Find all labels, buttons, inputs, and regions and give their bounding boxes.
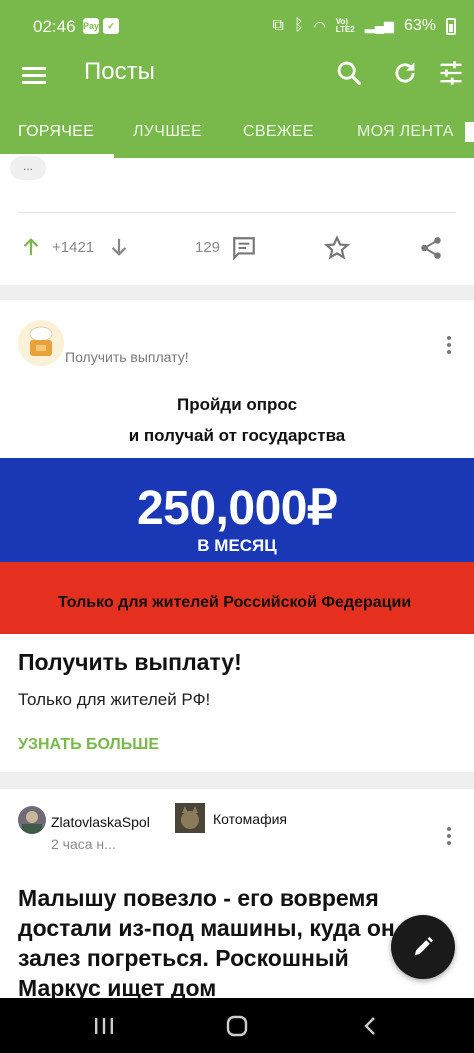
tab-hot[interactable]: ГОРЯЧЕЕ xyxy=(18,123,94,141)
status-bar: 02:46 Pay ✓ ⧉ ᛒ ◠ Vo) LTE2 ▂▄▆ 63% xyxy=(0,0,474,52)
banner-line-2: и получай от государства xyxy=(128,426,346,445)
comment-count: 129 xyxy=(195,239,221,256)
bluetooth-icon: ᛒ xyxy=(293,17,304,34)
network-label: Vo) LTE2 xyxy=(335,17,355,34)
community-name[interactable]: Котомафия xyxy=(213,811,287,827)
back-icon[interactable] xyxy=(360,1015,380,1037)
app-bar: Посты xyxy=(0,52,474,104)
community-avatar[interactable] xyxy=(175,803,205,833)
post-title[interactable]: Малышу повезло - его вовремя достали из-… xyxy=(18,883,408,1003)
banner-red-band[interactable]: Только для жителей Российской Федерации xyxy=(0,562,474,634)
author-name[interactable]: ZlatovlaskaSpol xyxy=(51,814,150,830)
check-notification-icon: ✓ xyxy=(103,18,119,34)
home-icon[interactable] xyxy=(225,1014,249,1038)
tab-overflow-edge xyxy=(465,122,474,142)
post-time: 2 часа н... xyxy=(51,836,116,852)
share-icon[interactable] xyxy=(418,235,444,261)
wifi-icon: ◠ xyxy=(313,17,326,34)
downvote-icon[interactable] xyxy=(108,236,130,258)
favorite-star-icon[interactable] xyxy=(324,235,350,261)
search-icon[interactable] xyxy=(335,59,363,87)
banner-amount: 250,000₽ xyxy=(136,482,338,535)
page-title: Посты xyxy=(84,58,155,85)
ad-card: Получить выплату! Пройди опрос и получай… xyxy=(0,300,474,772)
rating-count: +1421 xyxy=(52,239,95,256)
filter-settings-icon[interactable] xyxy=(437,59,465,87)
tab-fresh[interactable]: СВЕЖЕЕ xyxy=(243,123,314,141)
pencil-icon xyxy=(414,936,434,956)
feed-tabs: ГОРЯЧЕЕ ЛУЧШЕЕ СВЕЖЕЕ МОЯ ЛЕНТА xyxy=(0,104,474,158)
menu-icon[interactable] xyxy=(22,63,46,87)
advertiser-avatar[interactable] xyxy=(18,320,64,366)
divider xyxy=(18,212,456,213)
alarm-icon: ⧉ xyxy=(272,17,284,34)
expand-more-button[interactable]: ... xyxy=(10,156,46,180)
recent-apps-icon[interactable] xyxy=(93,1016,115,1036)
ad-description: Только для жителей РФ! xyxy=(18,690,211,709)
banner-line-1: Пройди опрос xyxy=(176,395,298,414)
previous-post-card: ... +1421 129 xyxy=(0,156,474,285)
author-avatar[interactable] xyxy=(18,806,46,834)
advertiser-name[interactable]: Получить выплату! xyxy=(65,349,189,365)
upvote-icon[interactable] xyxy=(20,236,42,258)
status-icons: ⧉ ᛒ ◠ Vo) LTE2 ▂▄▆ 63% xyxy=(273,17,456,35)
tab-best[interactable]: ЛУЧШЕЕ xyxy=(133,123,202,141)
banner-residents-note: Только для жителей Российской Федерации xyxy=(58,594,412,611)
post-more-options-icon[interactable] xyxy=(446,827,452,847)
header: 02:46 Pay ✓ ⧉ ᛒ ◠ Vo) LTE2 ▂▄▆ 63% Посты xyxy=(0,0,474,158)
pay-app-icon: Pay xyxy=(83,18,99,34)
create-post-button[interactable] xyxy=(391,915,455,979)
system-nav-bar xyxy=(0,998,474,1053)
ad-more-options-icon[interactable] xyxy=(446,336,452,356)
battery-percent: 63% xyxy=(403,17,436,34)
tab-my-feed[interactable]: МОЯ ЛЕНТА xyxy=(357,123,454,141)
learn-more-button[interactable]: УЗНАТЬ БОЛЬШЕ xyxy=(18,736,159,754)
ad-title[interactable]: Получить выплату! xyxy=(18,649,242,676)
comments-icon[interactable] xyxy=(231,235,257,261)
refresh-icon[interactable] xyxy=(391,59,419,87)
banner-period: В МЕСЯЦ xyxy=(197,536,277,555)
signal-icon: ▂▄▆ xyxy=(364,18,394,33)
battery-icon xyxy=(446,17,456,35)
status-time: 02:46 xyxy=(33,17,76,36)
banner-blue-band[interactable]: 250,000₽ В МЕСЯЦ xyxy=(0,458,474,562)
